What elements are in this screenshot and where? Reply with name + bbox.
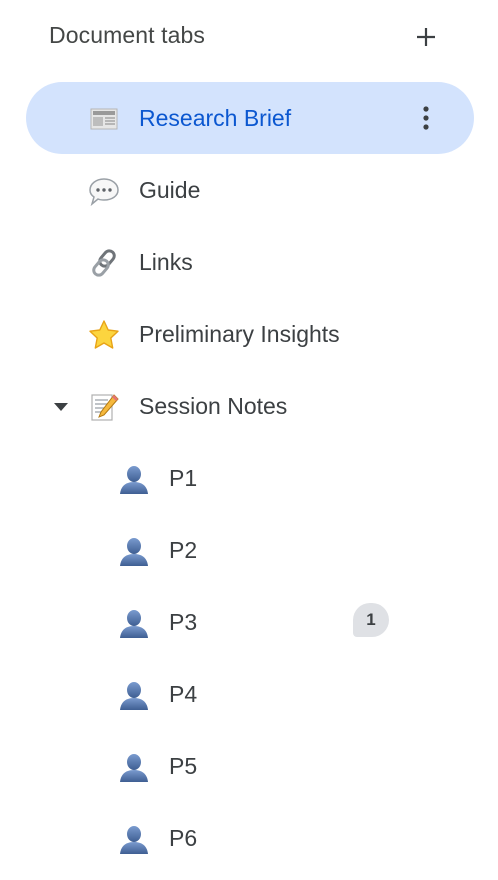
tab-label: Research Brief	[139, 105, 292, 131]
tab-label: Preliminary Insights	[139, 321, 340, 347]
tab-label: P5	[169, 753, 198, 779]
collapse-caret-icon[interactable]	[50, 396, 72, 418]
more-vert-icon	[423, 106, 429, 130]
tab-label: P3	[169, 609, 198, 635]
newspaper-emoji-icon	[88, 103, 120, 135]
panel-header: Document tabs	[0, 0, 498, 72]
bust-silhouette-emoji-icon	[118, 535, 150, 567]
tab-links[interactable]: Links	[26, 226, 474, 298]
tab-preliminary-insights[interactable]: Preliminary Insights	[26, 298, 474, 370]
memo-emoji-icon	[88, 391, 120, 423]
tab-label: Guide	[139, 177, 201, 203]
comment-count-badge[interactable]: 1	[353, 603, 389, 637]
panel-title: Document tabs	[49, 22, 205, 48]
tab-label: P1	[169, 465, 198, 491]
bust-silhouette-emoji-icon	[118, 679, 150, 711]
child-tab-p2[interactable]: P2	[26, 514, 474, 586]
bust-silhouette-emoji-icon	[118, 823, 150, 855]
child-tab-p6[interactable]: P6	[26, 802, 474, 874]
bust-silhouette-emoji-icon	[118, 751, 150, 783]
speech-bubble-emoji-icon	[88, 175, 120, 207]
plus-icon	[417, 28, 435, 46]
bust-silhouette-emoji-icon	[118, 607, 150, 639]
child-tab-p4[interactable]: P4	[26, 658, 474, 730]
tab-label: P6	[169, 825, 198, 851]
tab-session-notes[interactable]: Session Notes	[26, 370, 474, 442]
star-emoji-icon	[88, 319, 120, 351]
tab-options-button[interactable]	[406, 98, 446, 138]
child-tab-p5[interactable]: P5	[26, 730, 474, 802]
add-tab-button[interactable]	[406, 17, 446, 57]
bust-silhouette-emoji-icon	[118, 463, 150, 495]
tab-guide[interactable]: Guide	[26, 154, 474, 226]
link-emoji-icon	[88, 247, 120, 279]
child-tab-p3[interactable]: P3 1	[26, 586, 474, 658]
tab-label: Session Notes	[139, 393, 288, 419]
tab-label: P4	[169, 681, 198, 707]
tab-research-brief[interactable]: Research Brief	[26, 82, 474, 154]
tab-label: P2	[169, 537, 198, 563]
child-tab-p1[interactable]: P1	[26, 442, 474, 514]
document-tabs-panel: Document tabs Research Brief Guide Links…	[0, 0, 498, 880]
tab-label: Links	[139, 249, 193, 275]
